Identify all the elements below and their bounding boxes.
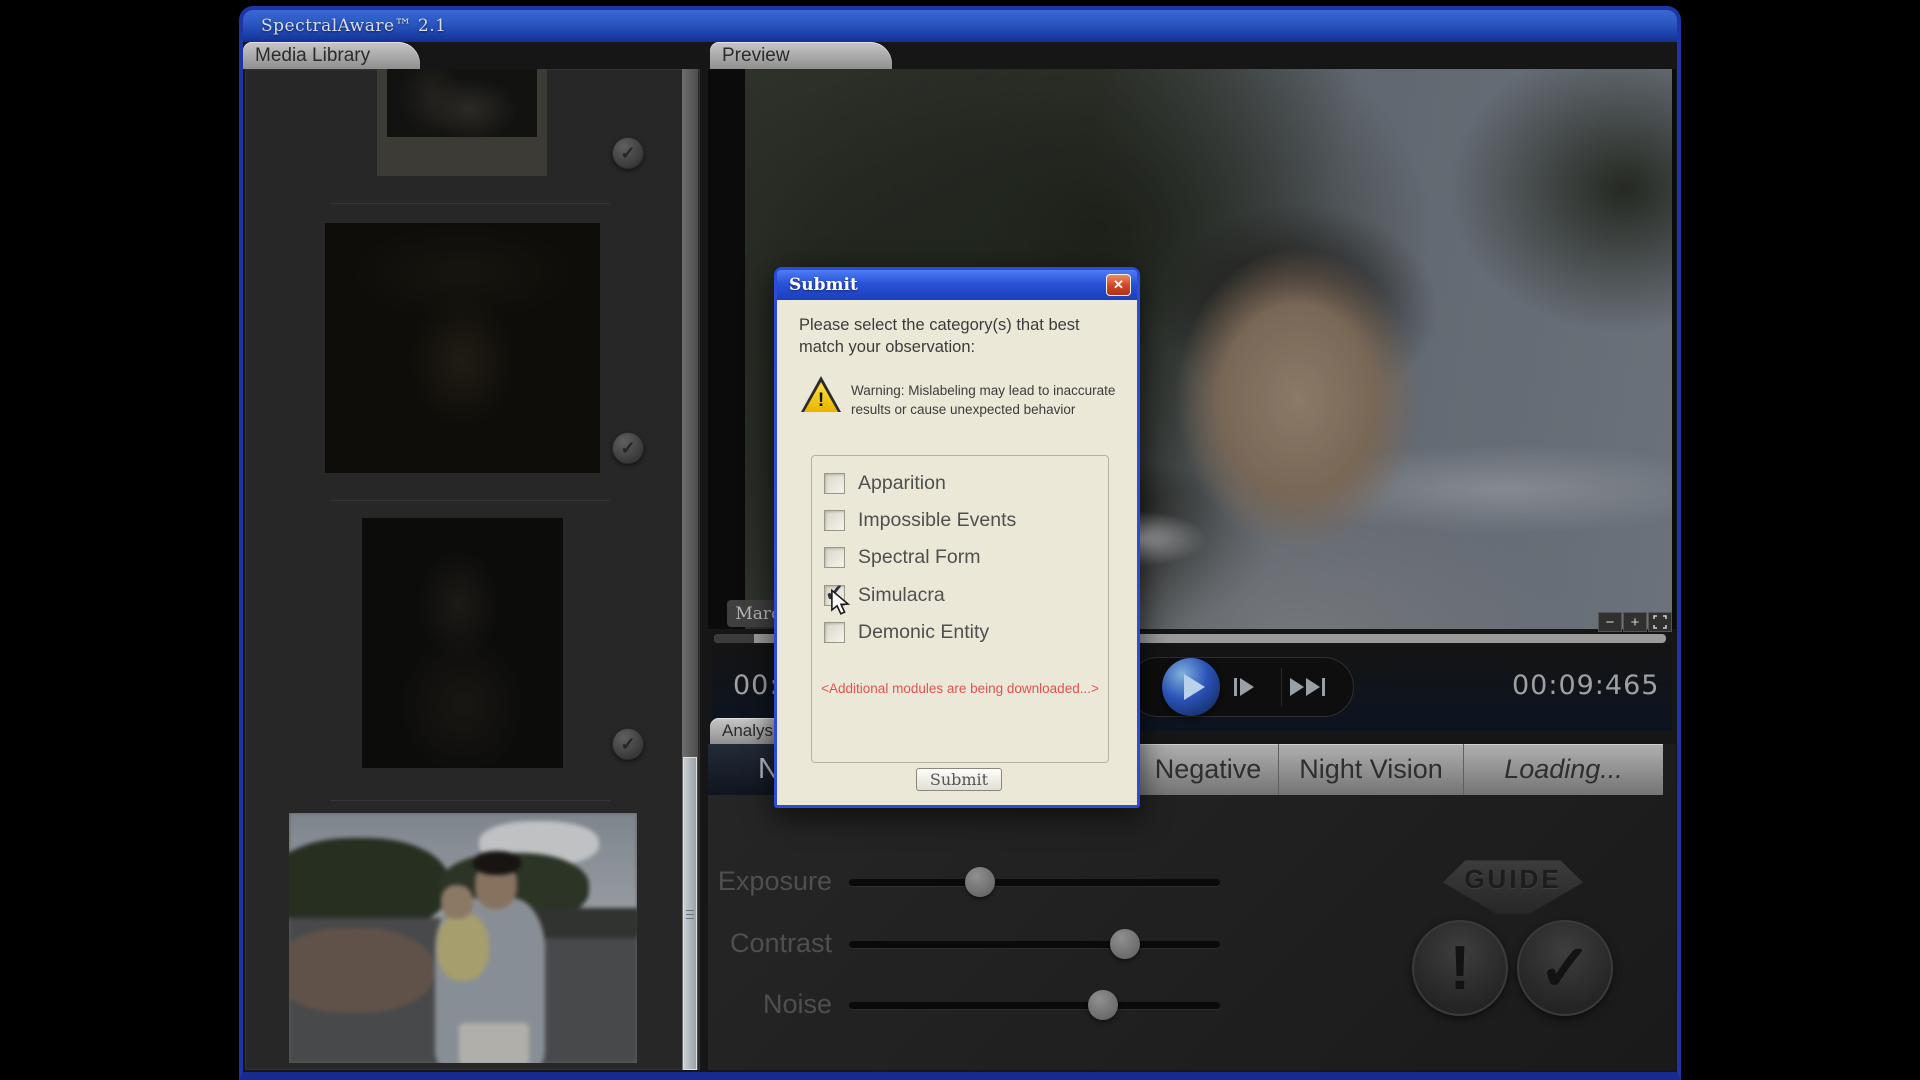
guide-label: GUIDE bbox=[1464, 864, 1561, 895]
time-total: 00:09:465 bbox=[1512, 670, 1659, 701]
check-icon: ✓ bbox=[1538, 931, 1592, 1006]
thumbnail-3-check-button[interactable]: ✓ bbox=[612, 728, 644, 760]
divider bbox=[330, 500, 610, 501]
dialog-body: Please select the category(s) that best … bbox=[777, 300, 1137, 805]
thumbnail-4-photo bbox=[289, 813, 637, 1063]
checkbox-row-impossible-events[interactable]: Impossible Events bbox=[812, 509, 1108, 535]
filter-tab-night-vision[interactable]: Night Vision bbox=[1278, 744, 1463, 795]
app-title: SpectralAware™ 2.1 bbox=[243, 16, 446, 36]
dialog-prompt: Please select the category(s) that best … bbox=[799, 314, 1119, 359]
dialog-title: Submit bbox=[777, 275, 858, 295]
dialog-close-button[interactable]: ✕ bbox=[1106, 274, 1131, 296]
checkbox-spectral-form[interactable] bbox=[824, 547, 845, 568]
noise-slider-knob[interactable] bbox=[1088, 990, 1118, 1020]
dialog-warning-text: Warning: Mislabeling may lead to inaccur… bbox=[851, 382, 1143, 420]
tab-media-library-label: Media Library bbox=[255, 45, 370, 67]
minus-icon: − bbox=[1606, 614, 1615, 631]
noise-label: Noise bbox=[640, 989, 832, 1020]
close-icon: ✕ bbox=[1113, 277, 1124, 293]
checkbox-row-simulacra[interactable]: ✓ Simulacra bbox=[812, 584, 1108, 610]
thumbnail-2-check-button[interactable]: ✓ bbox=[612, 432, 644, 464]
checkbox-row-apparition[interactable]: Apparition bbox=[812, 472, 1108, 498]
thumbnail-1-photo bbox=[387, 69, 537, 137]
thumbnail-3[interactable] bbox=[362, 518, 563, 768]
zoom-out-button[interactable]: − bbox=[1598, 612, 1622, 632]
grip-icon bbox=[686, 914, 694, 915]
thumbnail-2[interactable] bbox=[325, 223, 600, 473]
submit-button[interactable]: Submit bbox=[916, 768, 1002, 791]
exclamation-icon: ! bbox=[1450, 933, 1471, 1004]
screenshot-stage: SpectralAware™ 2.1 Media Library Preview… bbox=[0, 0, 1920, 1080]
warning-icon: ! bbox=[801, 376, 841, 412]
grip-icon bbox=[686, 918, 694, 919]
play-button[interactable] bbox=[1162, 658, 1220, 716]
contrast-label: Contrast bbox=[640, 928, 832, 959]
skip-to-end-button[interactable] bbox=[1290, 678, 1325, 696]
exposure-slider-knob[interactable] bbox=[965, 867, 995, 897]
scrollbar-thumb[interactable] bbox=[683, 757, 697, 1070]
tab-preview-label: Preview bbox=[722, 45, 790, 67]
zoom-in-button[interactable]: + bbox=[1623, 612, 1647, 632]
contrast-slider-knob[interactable] bbox=[1110, 929, 1140, 959]
plus-icon: + bbox=[1631, 614, 1640, 631]
filter-tab-loading[interactable]: Loading... bbox=[1463, 744, 1663, 795]
skip-to-end-icon bbox=[1290, 678, 1304, 696]
filter-tab-negative[interactable]: Negative bbox=[1138, 744, 1278, 795]
step-forward-button[interactable] bbox=[1234, 678, 1254, 696]
seek-elapsed bbox=[714, 634, 754, 643]
checkbox-row-spectral-form[interactable]: Spectral Form bbox=[812, 546, 1108, 572]
title-bar[interactable]: SpectralAware™ 2.1 bbox=[243, 10, 1677, 42]
noise-slider[interactable] bbox=[849, 1002, 1220, 1009]
category-groupbox: Apparition Impossible Events Spectral Fo… bbox=[811, 455, 1109, 763]
download-status-message: <Additional modules are being downloaded… bbox=[812, 681, 1108, 696]
check-icon: ✓ bbox=[620, 438, 635, 459]
thumbnail-1-check-button[interactable]: ✓ bbox=[612, 137, 644, 169]
play-icon bbox=[1184, 674, 1205, 700]
divider bbox=[330, 800, 610, 801]
confirm-button[interactable]: ✓ bbox=[1517, 920, 1613, 1016]
check-icon: ✓ bbox=[620, 143, 635, 164]
thumbnail-1[interactable] bbox=[377, 69, 547, 176]
grip-icon bbox=[686, 910, 694, 911]
thumbnail-4[interactable] bbox=[289, 813, 637, 1063]
exposure-label: Exposure bbox=[640, 866, 832, 897]
check-icon: ✓ bbox=[620, 734, 635, 755]
tab-preview[interactable]: Preview bbox=[710, 42, 892, 69]
tab-analysis-label: Analys bbox=[722, 721, 773, 741]
step-forward-icon bbox=[1234, 678, 1237, 696]
divider bbox=[1281, 668, 1282, 706]
divider bbox=[330, 203, 610, 204]
checkbox-apparition[interactable] bbox=[824, 473, 845, 494]
exposure-slider[interactable] bbox=[849, 879, 1220, 886]
checkbox-impossible-events[interactable] bbox=[824, 510, 845, 531]
fullscreen-icon bbox=[1653, 615, 1667, 629]
alert-button[interactable]: ! bbox=[1412, 920, 1508, 1016]
mouse-cursor bbox=[830, 589, 854, 615]
checkbox-demonic-entity[interactable] bbox=[824, 622, 845, 643]
dialog-title-bar[interactable]: Submit bbox=[777, 270, 1137, 300]
submit-dialog: Submit ✕ Please select the category(s) t… bbox=[774, 267, 1140, 808]
tab-media-library[interactable]: Media Library bbox=[243, 42, 420, 69]
fullscreen-button[interactable] bbox=[1648, 612, 1672, 632]
contrast-slider[interactable] bbox=[849, 941, 1220, 948]
checkbox-row-demonic-entity[interactable]: Demonic Entity bbox=[812, 621, 1108, 647]
